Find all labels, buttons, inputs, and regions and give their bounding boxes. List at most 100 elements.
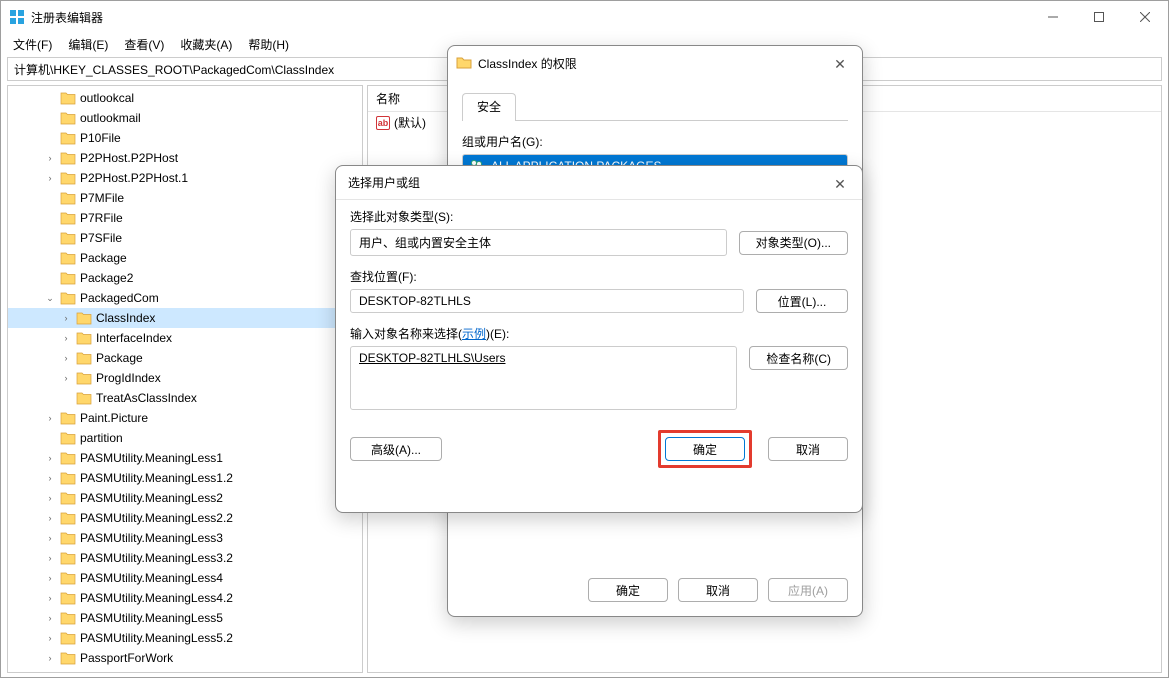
tree-item-label: outlookmail [80,111,141,125]
check-names-button[interactable]: 检查名称(C) [749,346,848,370]
menu-help[interactable]: 帮助(H) [242,34,295,55]
chevron-right-icon[interactable]: › [44,633,56,643]
tree-item-pasmutility-meaningless3-2[interactable]: ›PASMUtility.MeaningLess3.2 [8,548,362,568]
tree-item-packagedcom[interactable]: ⌄ PackagedCom [8,288,362,308]
tree-item-classindex[interactable]: › ClassIndex [8,308,362,328]
chevron-right-icon[interactable]: › [44,553,56,563]
tree-item-outlookmail[interactable]: outlookmail [8,108,362,128]
perm-dialog-close[interactable]: ✕ [828,52,852,76]
chevron-right-icon[interactable]: › [44,413,56,423]
sel-dialog-close[interactable]: ✕ [828,172,852,196]
sel-dialog-titlebar: 选择用户或组 ✕ [336,166,862,200]
chevron-right-icon[interactable]: › [44,533,56,543]
advanced-button[interactable]: 高级(A)... [350,437,442,461]
select-users-dialog: 选择用户或组 ✕ 选择此对象类型(S): 用户、组或内置安全主体 对象类型(O)… [335,165,863,513]
app-icon [9,9,25,25]
tree-item-package[interactable]: Package [8,248,362,268]
tree-item-paint-picture[interactable]: ›Paint.Picture [8,408,362,428]
tree-item-p10file[interactable]: P10File [8,128,362,148]
regedit-window: 注册表编辑器 文件(F) 编辑(E) 查看(V) 收藏夹(A) 帮助(H) 计算… [0,0,1169,678]
tree-item-label: Package [96,351,143,365]
chevron-right-icon[interactable]: › [44,653,56,663]
sel-cancel-button[interactable]: 取消 [768,437,848,461]
tree-item-p7rfile[interactable]: P7RFile [8,208,362,228]
close-button[interactable] [1122,1,1168,33]
chevron-right-icon[interactable]: › [44,453,56,463]
tree-item-pasmutility-meaningless1-2[interactable]: ›PASMUtility.MeaningLess1.2 [8,468,362,488]
tree-item-label: PASMUtility.MeaningLess1 [80,451,223,465]
chevron-right-icon[interactable]: › [60,333,72,343]
menu-view[interactable]: 查看(V) [118,34,170,55]
sel-ok-button[interactable]: 确定 [665,437,745,461]
tree-item-pasmutility-meaningless1[interactable]: › PASMUtility.MeaningLess1 [8,448,362,468]
chevron-down-icon[interactable]: ⌄ [44,293,56,304]
tree-item-pasmutility-meaningless4-2[interactable]: ›PASMUtility.MeaningLess4.2 [8,588,362,608]
tree-item-p7sfile[interactable]: P7SFile [8,228,362,248]
tree-item-treatasclassindex[interactable]: TreatAsClassIndex [8,388,362,408]
object-names-textarea[interactable]: DESKTOP-82TLHLS\Users [350,346,737,410]
examples-link[interactable]: 示例 [462,327,486,341]
tree-item-outlookcal[interactable]: outlookcal [8,88,362,108]
tree-item-pasmutility-meaningless5[interactable]: › PASMUtility.MeaningLess5 [8,608,362,628]
perm-ok-button[interactable]: 确定 [588,578,668,602]
chevron-right-icon[interactable]: › [44,493,56,503]
titlebar: 注册表编辑器 [1,1,1168,33]
tree-item-label: P2PHost.P2PHost.1 [80,171,188,185]
menu-file[interactable]: 文件(F) [7,34,58,55]
tree-item-pasmutility-meaningless2[interactable]: › PASMUtility.MeaningLess2 [8,488,362,508]
tree-item-label: PassportForWork [80,651,173,665]
chevron-right-icon[interactable]: › [60,313,72,323]
chevron-right-icon[interactable]: › [44,173,56,183]
tree-item-label: PASMUtility.MeaningLess4 [80,571,223,585]
tree-item-package2[interactable]: Package2 [8,268,362,288]
tree-item-label: TreatAsClassIndex [96,391,197,405]
tree-item-label: PASMUtility.MeaningLess5 [80,611,223,625]
tree-item-pasmutility-meaningless3[interactable]: ›PASMUtility.MeaningLess3 [8,528,362,548]
tree-item-package[interactable]: › Package [8,348,362,368]
tree-item-label: PASMUtility.MeaningLess2.2 [80,511,233,525]
tree-item-label: partition [80,431,123,445]
tree-item-label: InterfaceIndex [96,331,172,345]
string-value-icon: ab [376,116,390,130]
tree-item-label: ProgIdIndex [96,371,161,385]
chevron-right-icon[interactable]: › [60,353,72,363]
location-field: DESKTOP-82TLHLS [350,289,744,313]
tree-item-partition[interactable]: partition [8,428,362,448]
tree-item-label: PASMUtility.MeaningLess5.2 [80,631,233,645]
menu-favorites[interactable]: 收藏夹(A) [174,34,238,55]
folder-icon [456,55,472,71]
tree-item-label: ClassIndex [96,311,155,325]
chevron-right-icon[interactable]: › [44,153,56,163]
tree-item-p7mfile[interactable]: P7MFile [8,188,362,208]
object-type-field: 用户、组或内置安全主体 [350,229,727,256]
chevron-right-icon[interactable]: › [44,593,56,603]
menu-edit[interactable]: 编辑(E) [62,34,114,55]
chevron-right-icon[interactable]: › [44,473,56,483]
tab-security[interactable]: 安全 [462,93,516,121]
maximize-button[interactable] [1076,1,1122,33]
tree-item-p2phost-p2phost[interactable]: ›P2PHost.P2PHost [8,148,362,168]
tree-item-pasmutility-meaningless4[interactable]: › PASMUtility.MeaningLess4 [8,568,362,588]
minimize-button[interactable] [1030,1,1076,33]
tree-item-interfaceindex[interactable]: › InterfaceIndex [8,328,362,348]
tree-item-label: P7RFile [80,211,123,225]
object-types-button[interactable]: 对象类型(O)... [739,231,848,255]
tree-item-progidindex[interactable]: › ProgIdIndex [8,368,362,388]
tab-strip: 安全 [462,92,848,121]
tree-item-pasmutility-meaningless5-2[interactable]: › PASMUtility.MeaningLess5.2 [8,628,362,648]
window-title: 注册表编辑器 [31,9,103,26]
tree-item-pasmutility-meaningless2-2[interactable]: › PASMUtility.MeaningLess2.2 [8,508,362,528]
chevron-right-icon[interactable]: › [44,573,56,583]
locations-button[interactable]: 位置(L)... [756,289,848,313]
tree-item-label: PackagedCom [80,291,159,305]
chevron-right-icon[interactable]: › [44,513,56,523]
chevron-right-icon[interactable]: › [44,613,56,623]
tree-item-p2phost-p2phost-1[interactable]: › P2PHost.P2PHost.1 [8,168,362,188]
tree-item-label: PASMUtility.MeaningLess2 [80,491,223,505]
tree-item-passportforwork[interactable]: › PassportForWork [8,648,362,668]
groups-label: 组或用户名(G): [462,133,848,150]
chevron-right-icon[interactable]: › [60,373,72,383]
tree-pane[interactable]: outlookcaloutlookmailP10File›P2PHost.P2P… [7,85,363,673]
perm-dialog-titlebar: ClassIndex 的权限 ✕ [448,46,862,80]
perm-cancel-button[interactable]: 取消 [678,578,758,602]
